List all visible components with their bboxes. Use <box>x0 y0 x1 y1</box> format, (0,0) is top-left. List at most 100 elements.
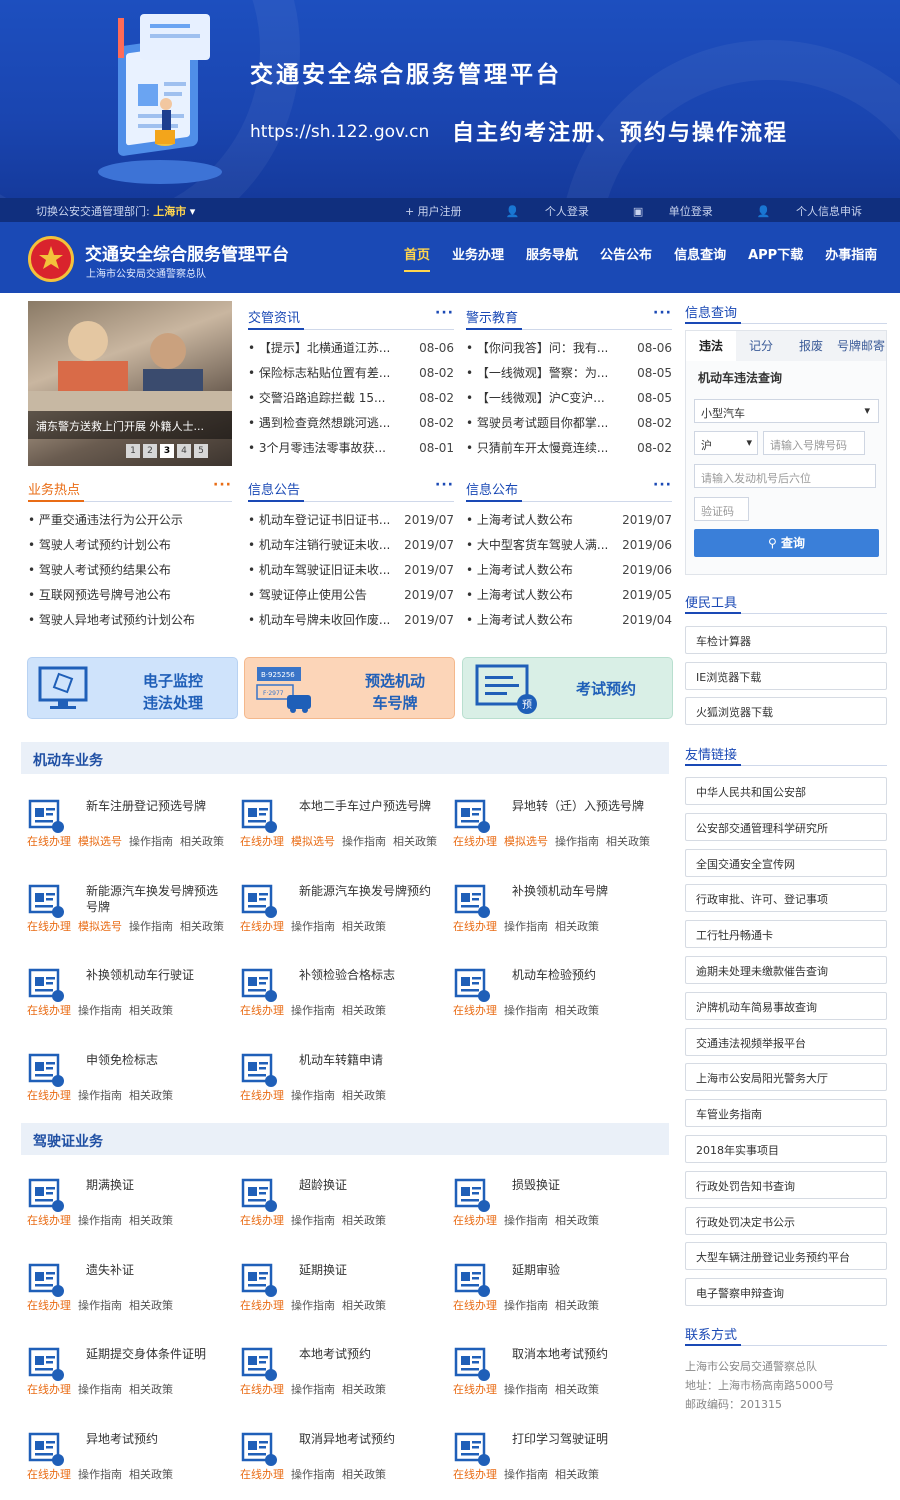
friend-link[interactable]: 行政处罚决定书公示 <box>685 1206 887 1235</box>
service-name[interactable]: 机动车转籍申请 <box>299 1052 434 1068</box>
menu-business[interactable]: 业务办理 <box>452 244 504 272</box>
service-name[interactable]: 延期换证 <box>299 1262 434 1278</box>
service-action-link[interactable]: 操作指南 <box>504 1468 548 1481</box>
service-name[interactable]: 取消本地考试预约 <box>512 1346 647 1362</box>
friend-link[interactable]: 行政审批、许可、登记事项 <box>685 884 887 913</box>
tab-scrap[interactable]: 报废 <box>786 331 836 361</box>
friend-link[interactable]: 2018年实事项目 <box>685 1135 887 1163</box>
service-action-link[interactable]: 在线办理 <box>27 920 71 933</box>
list-item[interactable]: • 遇到检查竟然想跳河逃... 08-02 <box>248 411 454 436</box>
service-name[interactable]: 补领检验合格标志 <box>299 967 434 983</box>
service-action-link[interactable]: 在线办理 <box>453 1004 497 1017</box>
service-action-link[interactable]: 相关政策 <box>129 1004 173 1017</box>
service-name[interactable]: 超龄换证 <box>299 1177 434 1193</box>
friend-link[interactable]: 沪牌机动车简易事故查询 <box>685 991 887 1020</box>
captcha-input[interactable]: 验证码 <box>694 497 749 521</box>
service-action-link[interactable]: 相关政策 <box>129 1299 173 1312</box>
service-action-link[interactable]: 操作指南 <box>291 1299 335 1312</box>
list-item[interactable]: • 上海考试人数公布 2019/07 <box>466 508 672 533</box>
friend-link[interactable]: 交通违法视频举报平台 <box>685 1027 887 1056</box>
service-name[interactable]: 机动车检验预约 <box>512 967 647 983</box>
query-button[interactable]: ⚲ 查询 <box>694 529 879 557</box>
carousel-page[interactable]: 5 <box>194 444 208 458</box>
service-action-link[interactable]: 操作指南 <box>555 835 599 848</box>
list-item[interactable]: • 机动车驾驶证旧证未收... 2019/07 <box>248 558 454 583</box>
list-item[interactable]: • 驾驶证停止使用公告 2019/07 <box>248 583 454 608</box>
service-action-link[interactable]: 相关政策 <box>555 920 599 933</box>
service-action-link[interactable]: 相关政策 <box>129 1468 173 1481</box>
service-action-link[interactable]: 操作指南 <box>291 1468 335 1481</box>
list-item[interactable]: • 上海考试人数公布 2019/04 <box>466 608 672 633</box>
service-action-link[interactable]: 操作指南 <box>291 1004 335 1017</box>
service-name[interactable]: 异地转（迁）入预选号牌 <box>512 798 647 814</box>
service-action-link[interactable]: 相关政策 <box>555 1299 599 1312</box>
service-action-link[interactable]: 相关政策 <box>342 1004 386 1017</box>
service-action-link[interactable]: 操作指南 <box>78 1383 122 1396</box>
list-item[interactable]: • 上海考试人数公布 2019/05 <box>466 583 672 608</box>
friend-link[interactable]: 全国交通安全宣传网 <box>685 848 887 877</box>
service-name[interactable]: 新车注册登记预选号牌 <box>86 798 221 814</box>
service-action-link[interactable]: 操作指南 <box>78 1089 122 1102</box>
list-item[interactable]: • 机动车登记证书旧证书... 2019/07 <box>248 508 454 533</box>
tool-link[interactable]: 车检计算器 <box>685 626 887 654</box>
list-item[interactable]: • 3个月零违法零事故获... 08-01 <box>248 436 454 461</box>
friend-link[interactable]: 工行牡丹畅通卡 <box>685 920 887 949</box>
list-item[interactable]: • 驾驶员考试题目你都掌... 08-02 <box>466 411 672 436</box>
service-action-link[interactable]: 相关政策 <box>342 1299 386 1312</box>
friend-link[interactable]: 行政处罚告知书查询 <box>685 1170 887 1199</box>
friend-link[interactable]: 中华人民共和国公安部 <box>685 777 887 805</box>
friend-link[interactable]: 公安部交通管理科学研究所 <box>685 812 887 841</box>
service-action-link[interactable]: 在线办理 <box>240 835 284 848</box>
service-action-link[interactable]: 在线办理 <box>240 1089 284 1102</box>
menu-guide[interactable]: 办事指南 <box>825 244 877 272</box>
service-action-link[interactable]: 相关政策 <box>555 1383 599 1396</box>
list-item[interactable]: • 【你问我答】问：我有... 08-06 <box>466 336 672 361</box>
service-name[interactable]: 本地二手车过户预选号牌 <box>299 798 434 814</box>
list-item[interactable]: • 互联网预选号牌号池公布 <box>28 583 232 608</box>
service-action-link[interactable]: 相关政策 <box>129 1089 173 1102</box>
tool-link[interactable]: IE浏览器下载 <box>685 662 887 690</box>
list-item[interactable]: • 严重交通违法行为公开公示 <box>28 508 232 533</box>
service-action-link[interactable]: 相关政策 <box>180 920 224 933</box>
friend-link[interactable]: 车管业务指南 <box>685 1099 887 1128</box>
tool-link[interactable]: 火狐浏览器下载 <box>685 697 887 725</box>
service-action-link[interactable]: 相关政策 <box>555 1004 599 1017</box>
service-action-link[interactable]: 在线办理 <box>240 920 284 933</box>
menu-app-download[interactable]: APP下载 <box>748 244 803 272</box>
service-name[interactable]: 补换领机动车行驶证 <box>86 967 221 983</box>
province-select[interactable]: 沪 ▾ <box>694 431 758 455</box>
list-item[interactable]: • 驾驶人异地考试预约计划公布 <box>28 608 232 633</box>
engine-number-input[interactable]: 请输入发动机号后六位 <box>694 464 876 488</box>
more-icon[interactable]: ··· <box>213 477 232 493</box>
service-name[interactable]: 期满换证 <box>86 1177 221 1193</box>
service-name[interactable]: 延期审验 <box>512 1262 647 1278</box>
news-carousel[interactable]: 浦东警方送救上门开展 外籍人士... 1 2 3 4 5 <box>28 301 232 466</box>
menu-service-nav[interactable]: 服务导航 <box>526 244 578 272</box>
service-action-link[interactable]: 相关政策 <box>393 835 437 848</box>
service-action-link[interactable]: 在线办理 <box>453 920 497 933</box>
service-action-link[interactable]: 在线办理 <box>27 1089 71 1102</box>
carousel-page[interactable]: 4 <box>177 444 191 458</box>
service-action-link[interactable]: 在线办理 <box>27 835 71 848</box>
service-action-link[interactable]: 相关政策 <box>129 1383 173 1396</box>
carousel-page[interactable]: 1 <box>126 444 140 458</box>
tile-electronic-monitoring[interactable]: 电子监控 违法处理 <box>27 657 238 719</box>
service-action-link[interactable]: 模拟选号 <box>504 835 548 848</box>
friend-link[interactable]: 上海市公安局阳光警务大厅 <box>685 1063 887 1092</box>
service-action-link[interactable]: 相关政策 <box>555 1468 599 1481</box>
tab-violation[interactable]: 违法 <box>686 331 736 361</box>
more-icon[interactable]: ··· <box>435 477 454 493</box>
service-action-link[interactable]: 操作指南 <box>291 1214 335 1227</box>
list-item[interactable]: • 交警沿路追踪拦截 15... 08-02 <box>248 386 454 411</box>
service-action-link[interactable]: 模拟选号 <box>78 920 122 933</box>
current-city[interactable]: 上海市 <box>153 205 186 218</box>
service-action-link[interactable]: 操作指南 <box>78 1468 122 1481</box>
friend-link[interactable]: 大型车辆注册登记业务预约平台 <box>685 1242 887 1271</box>
service-action-link[interactable]: 操作指南 <box>504 1299 548 1312</box>
list-item[interactable]: • 驾驶人考试预约计划公布 <box>28 533 232 558</box>
more-icon[interactable]: ··· <box>653 305 672 321</box>
plate-number-input[interactable]: 请输入号牌号码 <box>763 431 865 455</box>
service-action-link[interactable]: 操作指南 <box>504 1004 548 1017</box>
service-action-link[interactable]: 操作指南 <box>291 1383 335 1396</box>
menu-home[interactable]: 首页 <box>404 244 431 272</box>
